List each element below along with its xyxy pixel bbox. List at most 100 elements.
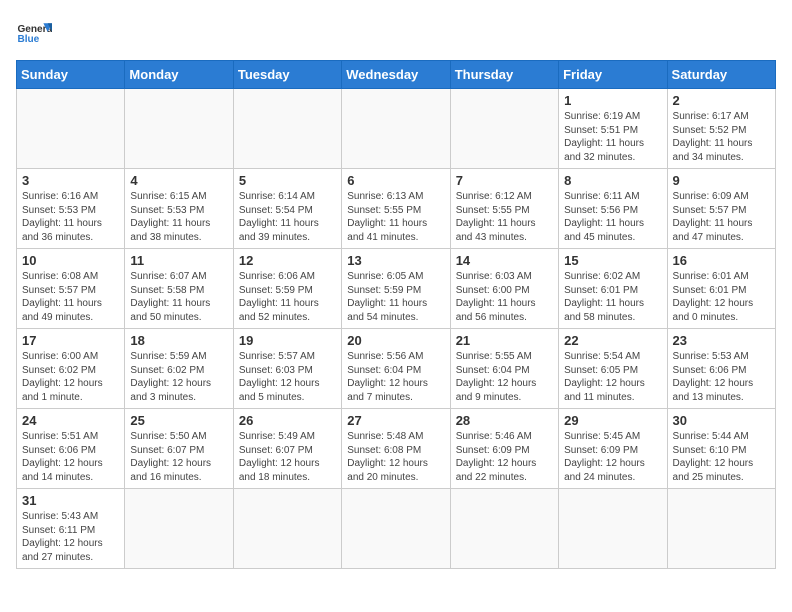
day-info: Sunrise: 5:48 AM Sunset: 6:08 PM Dayligh…: [347, 430, 444, 484]
day-cell: 1 Sunrise: 6:19 AM Sunset: 5:51 PM Daylig…: [559, 89, 667, 169]
day-number: 6: [347, 173, 444, 188]
day-cell: [342, 489, 450, 569]
day-info: Sunrise: 5:53 AM Sunset: 6:06 PM Dayligh…: [673, 350, 770, 404]
day-info: Sunrise: 6:13 AM Sunset: 5:55 PM Dayligh…: [347, 190, 444, 244]
day-number: 17: [22, 333, 119, 348]
day-header-friday: Friday: [559, 61, 667, 89]
day-cell: 26 Sunrise: 5:49 AM Sunset: 6:07 PM Dayli…: [233, 409, 341, 489]
day-cell: [450, 89, 558, 169]
day-cell: 25Sunrise: 5:50 AM Sunset: 6:07 PM Dayli…: [125, 409, 233, 489]
day-number: 26: [239, 413, 336, 428]
day-info: Sunrise: 5:56 AM Sunset: 6:04 PM Dayligh…: [347, 350, 444, 404]
day-number: 25: [130, 413, 227, 428]
day-cell: 31Sunrise: 5:43 AM Sunset: 6:11 PM Dayli…: [17, 489, 125, 569]
day-header-tuesday: Tuesday: [233, 61, 341, 89]
svg-text:Blue: Blue: [17, 34, 39, 45]
day-number: 13: [347, 253, 444, 268]
day-number: 14: [456, 253, 553, 268]
day-cell: 22 Sunrise: 5:54 AM Sunset: 6:05 PM Dayli…: [559, 329, 667, 409]
page-container: General Blue SundayMondayTuesdayWednesda…: [16, 16, 776, 569]
day-number: 15: [564, 253, 661, 268]
day-cell: 14 Sunrise: 6:03 AM Sunset: 6:00 PM Dayli…: [450, 249, 558, 329]
day-cell: [17, 89, 125, 169]
day-number: 12: [239, 253, 336, 268]
day-info: Sunrise: 6:02 AM Sunset: 6:01 PM Dayligh…: [564, 270, 661, 324]
day-cell: [667, 489, 775, 569]
day-cell: [125, 89, 233, 169]
day-info: Sunrise: 6:07 AM Sunset: 5:58 PM Dayligh…: [130, 270, 227, 324]
day-number: 18: [130, 333, 227, 348]
day-cell: [450, 489, 558, 569]
day-cell: 11 Sunrise: 6:07 AM Sunset: 5:58 PM Dayli…: [125, 249, 233, 329]
day-number: 11: [130, 253, 227, 268]
day-number: 31: [22, 493, 119, 508]
day-info: Sunrise: 5:54 AM Sunset: 6:05 PM Dayligh…: [564, 350, 661, 404]
day-info: Sunrise: 6:03 AM Sunset: 6:00 PM Dayligh…: [456, 270, 553, 324]
day-header-wednesday: Wednesday: [342, 61, 450, 89]
day-info: Sunrise: 5:55 AM Sunset: 6:04 PM Dayligh…: [456, 350, 553, 404]
day-cell: 27 Sunrise: 5:48 AM Sunset: 6:08 PM Dayli…: [342, 409, 450, 489]
day-number: 27: [347, 413, 444, 428]
day-number: 16: [673, 253, 770, 268]
day-number: 7: [456, 173, 553, 188]
day-number: 22: [564, 333, 661, 348]
day-cell: 23 Sunrise: 5:53 AM Sunset: 6:06 PM Dayli…: [667, 329, 775, 409]
day-number: 3: [22, 173, 119, 188]
day-cell: [342, 89, 450, 169]
day-cell: [559, 489, 667, 569]
day-info: Sunrise: 6:05 AM Sunset: 5:59 PM Dayligh…: [347, 270, 444, 324]
day-info: Sunrise: 6:06 AM Sunset: 5:59 PM Dayligh…: [239, 270, 336, 324]
day-info: Sunrise: 5:59 AM Sunset: 6:02 PM Dayligh…: [130, 350, 227, 404]
day-cell: 20 Sunrise: 5:56 AM Sunset: 6:04 PM Dayli…: [342, 329, 450, 409]
day-cell: 4Sunrise: 6:15 AM Sunset: 5:53 PM Daylig…: [125, 169, 233, 249]
day-info: Sunrise: 6:11 AM Sunset: 5:56 PM Dayligh…: [564, 190, 661, 244]
day-cell: 13 Sunrise: 6:05 AM Sunset: 5:59 PM Dayli…: [342, 249, 450, 329]
day-cell: 2 Sunrise: 6:17 AM Sunset: 5:52 PM Daylig…: [667, 89, 775, 169]
day-info: Sunrise: 5:45 AM Sunset: 6:09 PM Dayligh…: [564, 430, 661, 484]
day-info: Sunrise: 5:49 AM Sunset: 6:07 PM Dayligh…: [239, 430, 336, 484]
day-info: Sunrise: 6:19 AM Sunset: 5:51 PM Dayligh…: [564, 110, 661, 164]
day-number: 20: [347, 333, 444, 348]
day-headers-row: SundayMondayTuesdayWednesdayThursdayFrid…: [17, 61, 776, 89]
day-cell: 18 Sunrise: 5:59 AM Sunset: 6:02 PM Dayli…: [125, 329, 233, 409]
day-number: 8: [564, 173, 661, 188]
day-number: 4: [130, 173, 227, 188]
day-cell: 15 Sunrise: 6:02 AM Sunset: 6:01 PM Dayli…: [559, 249, 667, 329]
day-number: 9: [673, 173, 770, 188]
header: General Blue: [16, 16, 776, 52]
day-number: 1: [564, 93, 661, 108]
day-info: Sunrise: 6:17 AM Sunset: 5:52 PM Dayligh…: [673, 110, 770, 164]
week-row-4: 24Sunrise: 5:51 AM Sunset: 6:06 PM Dayli…: [17, 409, 776, 489]
day-cell: 19Sunrise: 5:57 AM Sunset: 6:03 PM Dayli…: [233, 329, 341, 409]
week-row-2: 10Sunrise: 6:08 AM Sunset: 5:57 PM Dayli…: [17, 249, 776, 329]
day-cell: 28Sunrise: 5:46 AM Sunset: 6:09 PM Dayli…: [450, 409, 558, 489]
week-row-5: 31Sunrise: 5:43 AM Sunset: 6:11 PM Dayli…: [17, 489, 776, 569]
day-number: 28: [456, 413, 553, 428]
day-info: Sunrise: 5:51 AM Sunset: 6:06 PM Dayligh…: [22, 430, 119, 484]
day-cell: [233, 489, 341, 569]
day-cell: 24Sunrise: 5:51 AM Sunset: 6:06 PM Dayli…: [17, 409, 125, 489]
day-info: Sunrise: 6:01 AM Sunset: 6:01 PM Dayligh…: [673, 270, 770, 324]
day-number: 30: [673, 413, 770, 428]
day-number: 10: [22, 253, 119, 268]
day-cell: 6 Sunrise: 6:13 AM Sunset: 5:55 PM Daylig…: [342, 169, 450, 249]
logo-icon: General Blue: [16, 16, 52, 52]
day-header-sunday: Sunday: [17, 61, 125, 89]
day-cell: [125, 489, 233, 569]
day-cell: 5Sunrise: 6:14 AM Sunset: 5:54 PM Daylig…: [233, 169, 341, 249]
day-header-monday: Monday: [125, 61, 233, 89]
day-cell: 7 Sunrise: 6:12 AM Sunset: 5:55 PM Daylig…: [450, 169, 558, 249]
day-info: Sunrise: 6:09 AM Sunset: 5:57 PM Dayligh…: [673, 190, 770, 244]
day-header-saturday: Saturday: [667, 61, 775, 89]
day-info: Sunrise: 6:12 AM Sunset: 5:55 PM Dayligh…: [456, 190, 553, 244]
logo: General Blue: [16, 16, 52, 52]
day-info: Sunrise: 6:16 AM Sunset: 5:53 PM Dayligh…: [22, 190, 119, 244]
day-info: Sunrise: 5:44 AM Sunset: 6:10 PM Dayligh…: [673, 430, 770, 484]
day-number: 23: [673, 333, 770, 348]
day-number: 29: [564, 413, 661, 428]
day-cell: 9 Sunrise: 6:09 AM Sunset: 5:57 PM Daylig…: [667, 169, 775, 249]
day-number: 2: [673, 93, 770, 108]
day-cell: 16 Sunrise: 6:01 AM Sunset: 6:01 PM Dayli…: [667, 249, 775, 329]
day-cell: 17Sunrise: 6:00 AM Sunset: 6:02 PM Dayli…: [17, 329, 125, 409]
day-cell: [233, 89, 341, 169]
